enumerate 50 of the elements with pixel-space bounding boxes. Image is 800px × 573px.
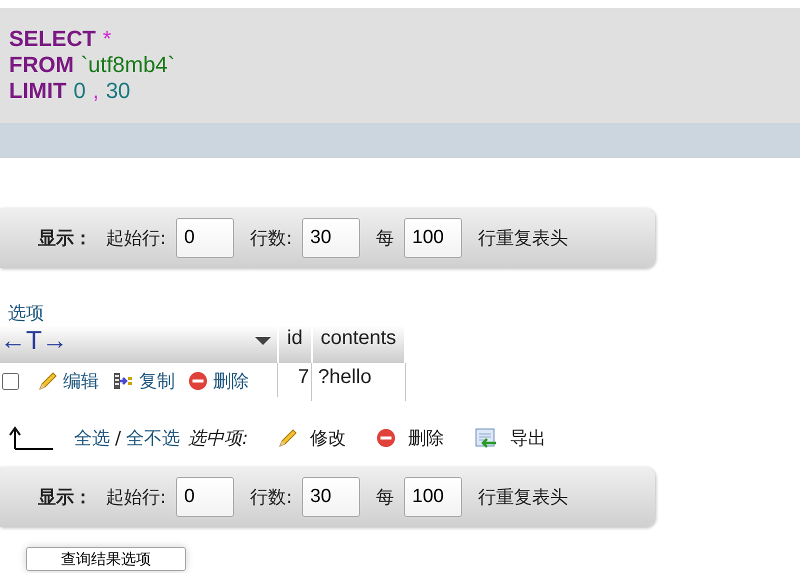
display-label: 显示： xyxy=(38,486,92,509)
dropdown-caret-icon xyxy=(255,336,271,346)
column-resize-link[interactable]: ←T→ xyxy=(0,325,68,356)
export-button[interactable]: 导出 xyxy=(510,426,546,450)
input-field[interactable]: 30 xyxy=(302,218,360,258)
delete-icon xyxy=(376,428,396,448)
delete-button[interactable]: 删除 xyxy=(408,426,444,450)
sql-keyword: LIMIT xyxy=(9,78,66,103)
edit-button[interactable]: 修改 xyxy=(310,426,346,450)
with-selected-label: 选中项: xyxy=(188,427,248,450)
sql-keyword: FROM xyxy=(9,52,74,77)
check-all-link[interactable]: 全选 xyxy=(74,426,110,450)
row-checkbox[interactable] xyxy=(2,372,19,390)
arrow-up-icon xyxy=(8,425,54,451)
sql-punctuation: , xyxy=(92,78,99,103)
input-field[interactable]: 0 xyxy=(176,218,234,258)
field-label: 每 xyxy=(376,227,394,250)
field-label: 每 xyxy=(376,486,394,509)
pencil-icon xyxy=(278,428,298,448)
query-results-options-button[interactable]: 查询结果选项 xyxy=(26,547,186,571)
insert-row-icon xyxy=(112,371,134,391)
edit-link[interactable]: 编辑 xyxy=(63,369,99,393)
table-cell: 7 xyxy=(278,363,312,401)
uncheck-all-link[interactable]: 全不选 xyxy=(126,426,180,450)
sql-keyword: SELECT xyxy=(9,26,96,51)
field-label: 行数: xyxy=(250,227,292,250)
input-field[interactable]: 100 xyxy=(404,218,462,258)
delete-link[interactable]: 删除 xyxy=(213,369,249,393)
export-icon xyxy=(474,427,498,449)
field-label: 行数: xyxy=(250,486,292,509)
field-label: 起始行: xyxy=(106,486,166,509)
sql-operator: * xyxy=(102,26,112,51)
field-label: 行重复表头 xyxy=(478,486,568,509)
field-label: 行重复表头 xyxy=(478,227,568,250)
options-link[interactable]: 选项 xyxy=(8,301,44,325)
delete-icon xyxy=(188,371,208,391)
input-field[interactable]: 100 xyxy=(404,477,462,517)
input-field[interactable]: 30 xyxy=(302,477,360,517)
copy-link[interactable]: 复制 xyxy=(139,369,175,393)
input-field[interactable]: 0 xyxy=(176,477,234,517)
field-label: 起始行: xyxy=(106,227,166,250)
column-header[interactable]: contents xyxy=(312,325,406,363)
pencil-icon xyxy=(38,371,58,391)
table-cell: ?hello xyxy=(312,363,406,401)
display-label: 显示： xyxy=(38,227,92,250)
separator: / xyxy=(115,428,122,448)
sql-number: 30 xyxy=(106,78,130,103)
sql-identifier: `utf8mb4` xyxy=(80,52,175,77)
sql-number: 0 xyxy=(73,78,86,103)
column-header[interactable]: id xyxy=(278,325,312,363)
